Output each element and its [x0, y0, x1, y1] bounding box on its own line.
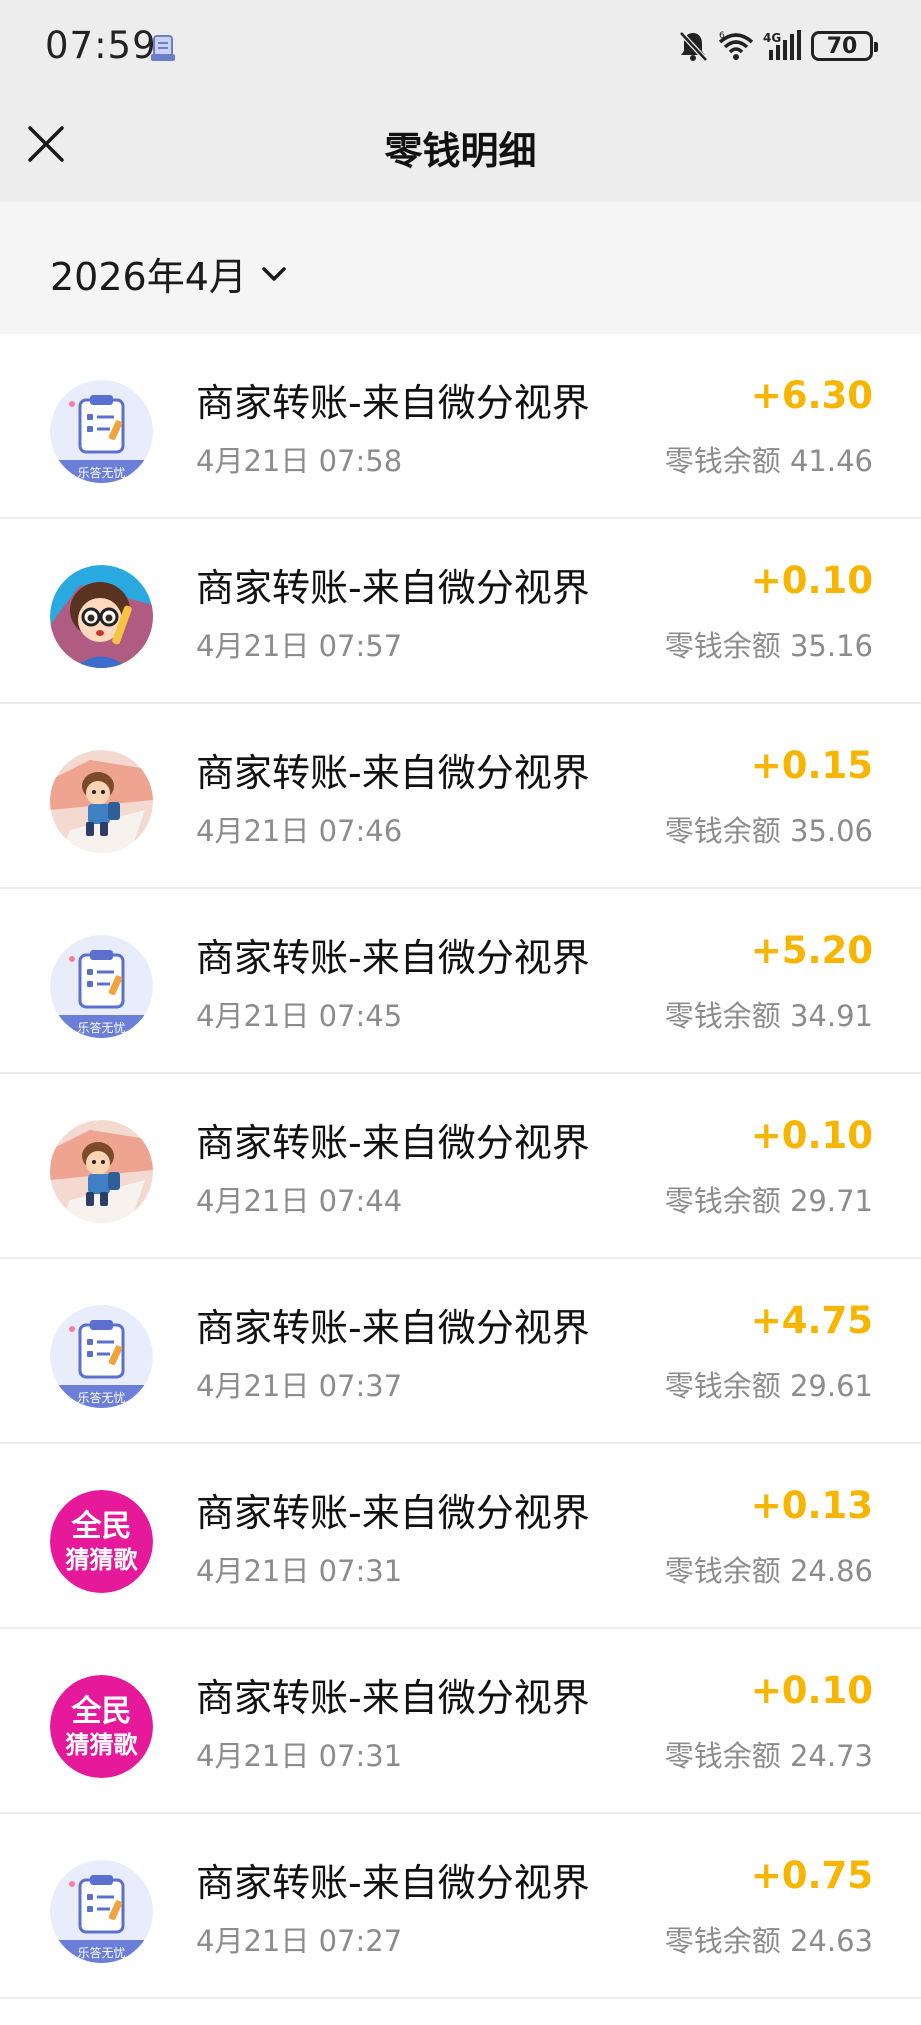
transaction-time: 4月21日 07:57 [196, 629, 403, 663]
transaction-title: 商家转账-来自微分视界 [196, 1861, 590, 1905]
transaction-amount: +4.75 [750, 1299, 873, 1342]
transaction-balance: 零钱余额 24.63 [664, 1924, 873, 1958]
wifi-icon: 6 [717, 30, 755, 62]
svg-text:全民: 全民 [71, 1509, 132, 1544]
transaction-row[interactable]: 乐答无忧 商家转账-来自微分视界 4月21日 07:58 +6.30 零钱余额 41.… [0, 334, 921, 519]
transaction-time: 4月21日 07:31 [196, 1554, 403, 1588]
transaction-amount: +0.10 [750, 1114, 873, 1157]
transaction-list: 乐答无忧 商家转账-来自微分视界 4月21日 07:58 +6.30 零钱余额 41.… [0, 334, 921, 1999]
transaction-title: 商家转账-来自微分视界 [196, 566, 590, 610]
guess-song-app-icon: 全民 猜猜歌 [50, 1490, 153, 1593]
transaction-balance: 零钱余额 41.46 [664, 444, 873, 478]
boy-with-backpack-avatar [50, 1120, 153, 1223]
month-selector[interactable]: 2026年4月 [50, 246, 287, 301]
transaction-row[interactable]: 商家转账-来自微分视界 4月21日 07:46 +0.15 零钱余额 35.06 [0, 704, 921, 889]
transaction-time: 4月21日 07:46 [196, 814, 403, 848]
svg-text:乐答无忧: 乐答无忧 [77, 465, 125, 480]
transaction-row[interactable]: 商家转账-来自微分视界 4月21日 07:57 +0.10 零钱余额 35.16 [0, 519, 921, 704]
transaction-time: 4月21日 07:44 [196, 1184, 403, 1218]
mute-bell-icon [677, 29, 709, 63]
transaction-row[interactable]: 商家转账-来自微分视界 4月21日 07:44 +0.10 零钱余额 29.71 [0, 1074, 921, 1259]
svg-text:全民: 全民 [71, 1694, 132, 1729]
svg-text:乐答无忧: 乐答无忧 [77, 1390, 125, 1405]
svg-text:4G: 4G [763, 31, 781, 45]
clipboard-app-icon: 乐答无忧 [50, 1305, 153, 1408]
transaction-amount: +6.30 [750, 374, 873, 417]
transaction-time: 4月21日 07:45 [196, 999, 403, 1033]
transaction-title: 商家转账-来自微分视界 [196, 1121, 590, 1165]
notification-app-icon [150, 34, 176, 62]
transaction-title: 商家转账-来自微分视界 [196, 381, 590, 425]
transaction-time: 4月21日 07:27 [196, 1924, 403, 1958]
transaction-time: 4月21日 07:31 [196, 1739, 403, 1773]
transaction-title: 商家转账-来自微分视界 [196, 936, 590, 980]
status-bar: 07:59 6 4G 70 [0, 0, 921, 92]
transaction-balance: 零钱余额 34.91 [664, 999, 873, 1033]
transaction-amount: +0.15 [750, 744, 873, 787]
transaction-title: 商家转账-来自微分视界 [196, 1491, 590, 1535]
transaction-balance: 零钱余额 29.71 [664, 1184, 873, 1218]
transaction-row[interactable]: 乐答无忧 商家转账-来自微分视界 4月21日 07:45 +5.20 零钱余额 34.… [0, 889, 921, 1074]
nav-bar: 零钱明细 [0, 92, 921, 202]
status-icons: 6 4G 70 [677, 28, 878, 64]
transaction-title: 商家转账-来自微分视界 [196, 1676, 590, 1720]
transaction-row[interactable]: 全民 猜猜歌 商家转账-来自微分视界 4月21日 07:31 +0.10 零钱余额 2… [0, 1629, 921, 1814]
transaction-time: 4月21日 07:58 [196, 444, 403, 478]
month-label: 2026年4月 [50, 255, 247, 299]
transaction-amount: +0.10 [750, 1669, 873, 1712]
transaction-balance: 零钱余额 29.61 [664, 1369, 873, 1403]
svg-text:6: 6 [719, 31, 725, 41]
month-filter-bar: 2026年4月 [0, 202, 921, 334]
transaction-amount: +0.75 [750, 1854, 873, 1897]
svg-text:乐答无忧: 乐答无忧 [77, 1945, 125, 1960]
boy-with-backpack-avatar [50, 750, 153, 853]
transaction-balance: 零钱余额 35.16 [664, 629, 873, 663]
svg-text:乐答无忧: 乐答无忧 [77, 1020, 125, 1035]
transaction-row[interactable]: 乐答无忧 商家转账-来自微分视界 4月21日 07:37 +4.75 零钱余额 29.… [0, 1259, 921, 1444]
chevron-down-icon [262, 266, 286, 281]
cellular-signal-icon: 4G [763, 30, 803, 62]
clipboard-app-icon: 乐答无忧 [50, 380, 153, 483]
transaction-balance: 零钱余额 35.06 [664, 814, 873, 848]
transaction-amount: +0.10 [750, 559, 873, 602]
svg-text:猜猜歌: 猜猜歌 [65, 1730, 139, 1759]
clipboard-app-icon: 乐答无忧 [50, 1860, 153, 1963]
transaction-title: 商家转账-来自微分视界 [196, 751, 590, 795]
transaction-balance: 零钱余额 24.73 [664, 1739, 873, 1773]
svg-text:猜猜歌: 猜猜歌 [65, 1545, 139, 1574]
transaction-row[interactable]: 全民 猜猜歌 商家转账-来自微分视界 4月21日 07:31 +0.13 零钱余额 2… [0, 1444, 921, 1629]
clipboard-app-icon: 乐答无忧 [50, 935, 153, 1038]
transaction-row[interactable]: 乐答无忧 商家转账-来自微分视界 4月21日 07:27 +0.75 零钱余额 24.… [0, 1814, 921, 1999]
guess-song-app-icon: 全民 猜猜歌 [50, 1675, 153, 1778]
transaction-amount: +0.13 [750, 1484, 873, 1527]
transaction-amount: +5.20 [750, 929, 873, 972]
status-time: 07:59 [45, 24, 157, 67]
page-title: 零钱明细 [384, 129, 537, 173]
transaction-balance: 零钱余额 24.86 [664, 1554, 873, 1588]
transaction-time: 4月21日 07:37 [196, 1369, 403, 1403]
transaction-title: 商家转账-来自微分视界 [196, 1306, 590, 1350]
girl-with-glasses-avatar [50, 565, 153, 668]
battery-indicator: 70 [811, 31, 878, 61]
